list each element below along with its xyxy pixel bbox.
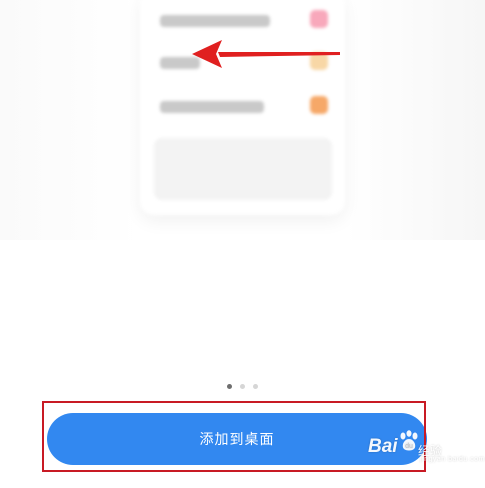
color-tag-icon <box>310 10 328 28</box>
widget-preview-row <box>160 10 335 30</box>
color-tag-icon <box>310 96 328 114</box>
background-right-fade <box>345 0 485 240</box>
red-arrow-icon <box>192 40 340 68</box>
page-indicator <box>0 384 485 392</box>
page-dot[interactable] <box>253 384 258 389</box>
page-dot[interactable] <box>240 384 245 389</box>
widget-preview-card <box>140 0 345 215</box>
widget-preview-row <box>160 96 335 116</box>
blurred-text-placeholder <box>160 101 264 113</box>
watermark-url: jingyan.baidu.com <box>420 456 485 463</box>
page-dot-active[interactable] <box>227 384 232 389</box>
baidu-jingyan-watermark: Bai du 经验 jingyan.baidu.com <box>360 430 484 470</box>
paw-logo-icon: du <box>400 430 418 451</box>
widget-preview-footer <box>154 138 332 200</box>
blurred-text-placeholder <box>160 15 270 27</box>
watermark-brand: Bai <box>368 436 398 457</box>
svg-text:du: du <box>405 443 413 450</box>
background-left-fade <box>0 0 140 240</box>
